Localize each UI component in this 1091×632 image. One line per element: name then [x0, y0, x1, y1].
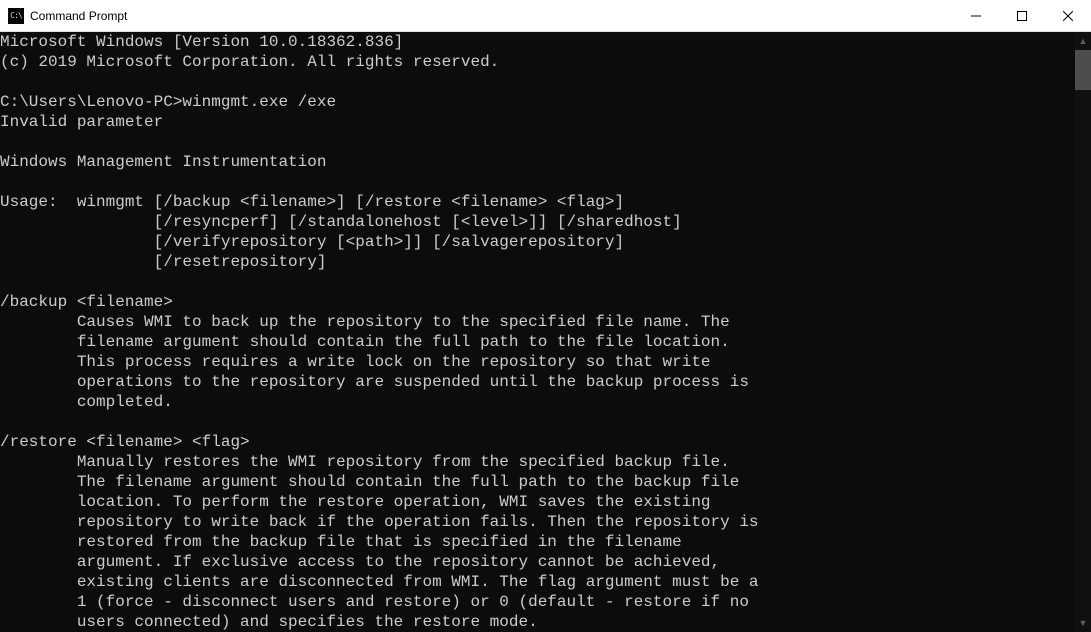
window-title: Command Prompt	[30, 9, 953, 23]
maximize-button[interactable]	[999, 0, 1045, 31]
scroll-up-arrow-icon[interactable]: ▲	[1075, 32, 1091, 50]
scroll-down-arrow-icon[interactable]: ▼	[1075, 614, 1091, 632]
scrollbar[interactable]: ▲ ▼	[1075, 32, 1091, 632]
terminal-container: Microsoft Windows [Version 10.0.18362.83…	[0, 32, 1091, 632]
title-bar: C:\ Command Prompt	[0, 0, 1091, 32]
cmd-icon: C:\	[8, 8, 24, 24]
close-button[interactable]	[1045, 0, 1091, 31]
scroll-thumb[interactable]	[1075, 50, 1091, 90]
window-controls	[953, 0, 1091, 31]
minimize-button[interactable]	[953, 0, 999, 31]
terminal-output[interactable]: Microsoft Windows [Version 10.0.18362.83…	[0, 32, 1075, 632]
